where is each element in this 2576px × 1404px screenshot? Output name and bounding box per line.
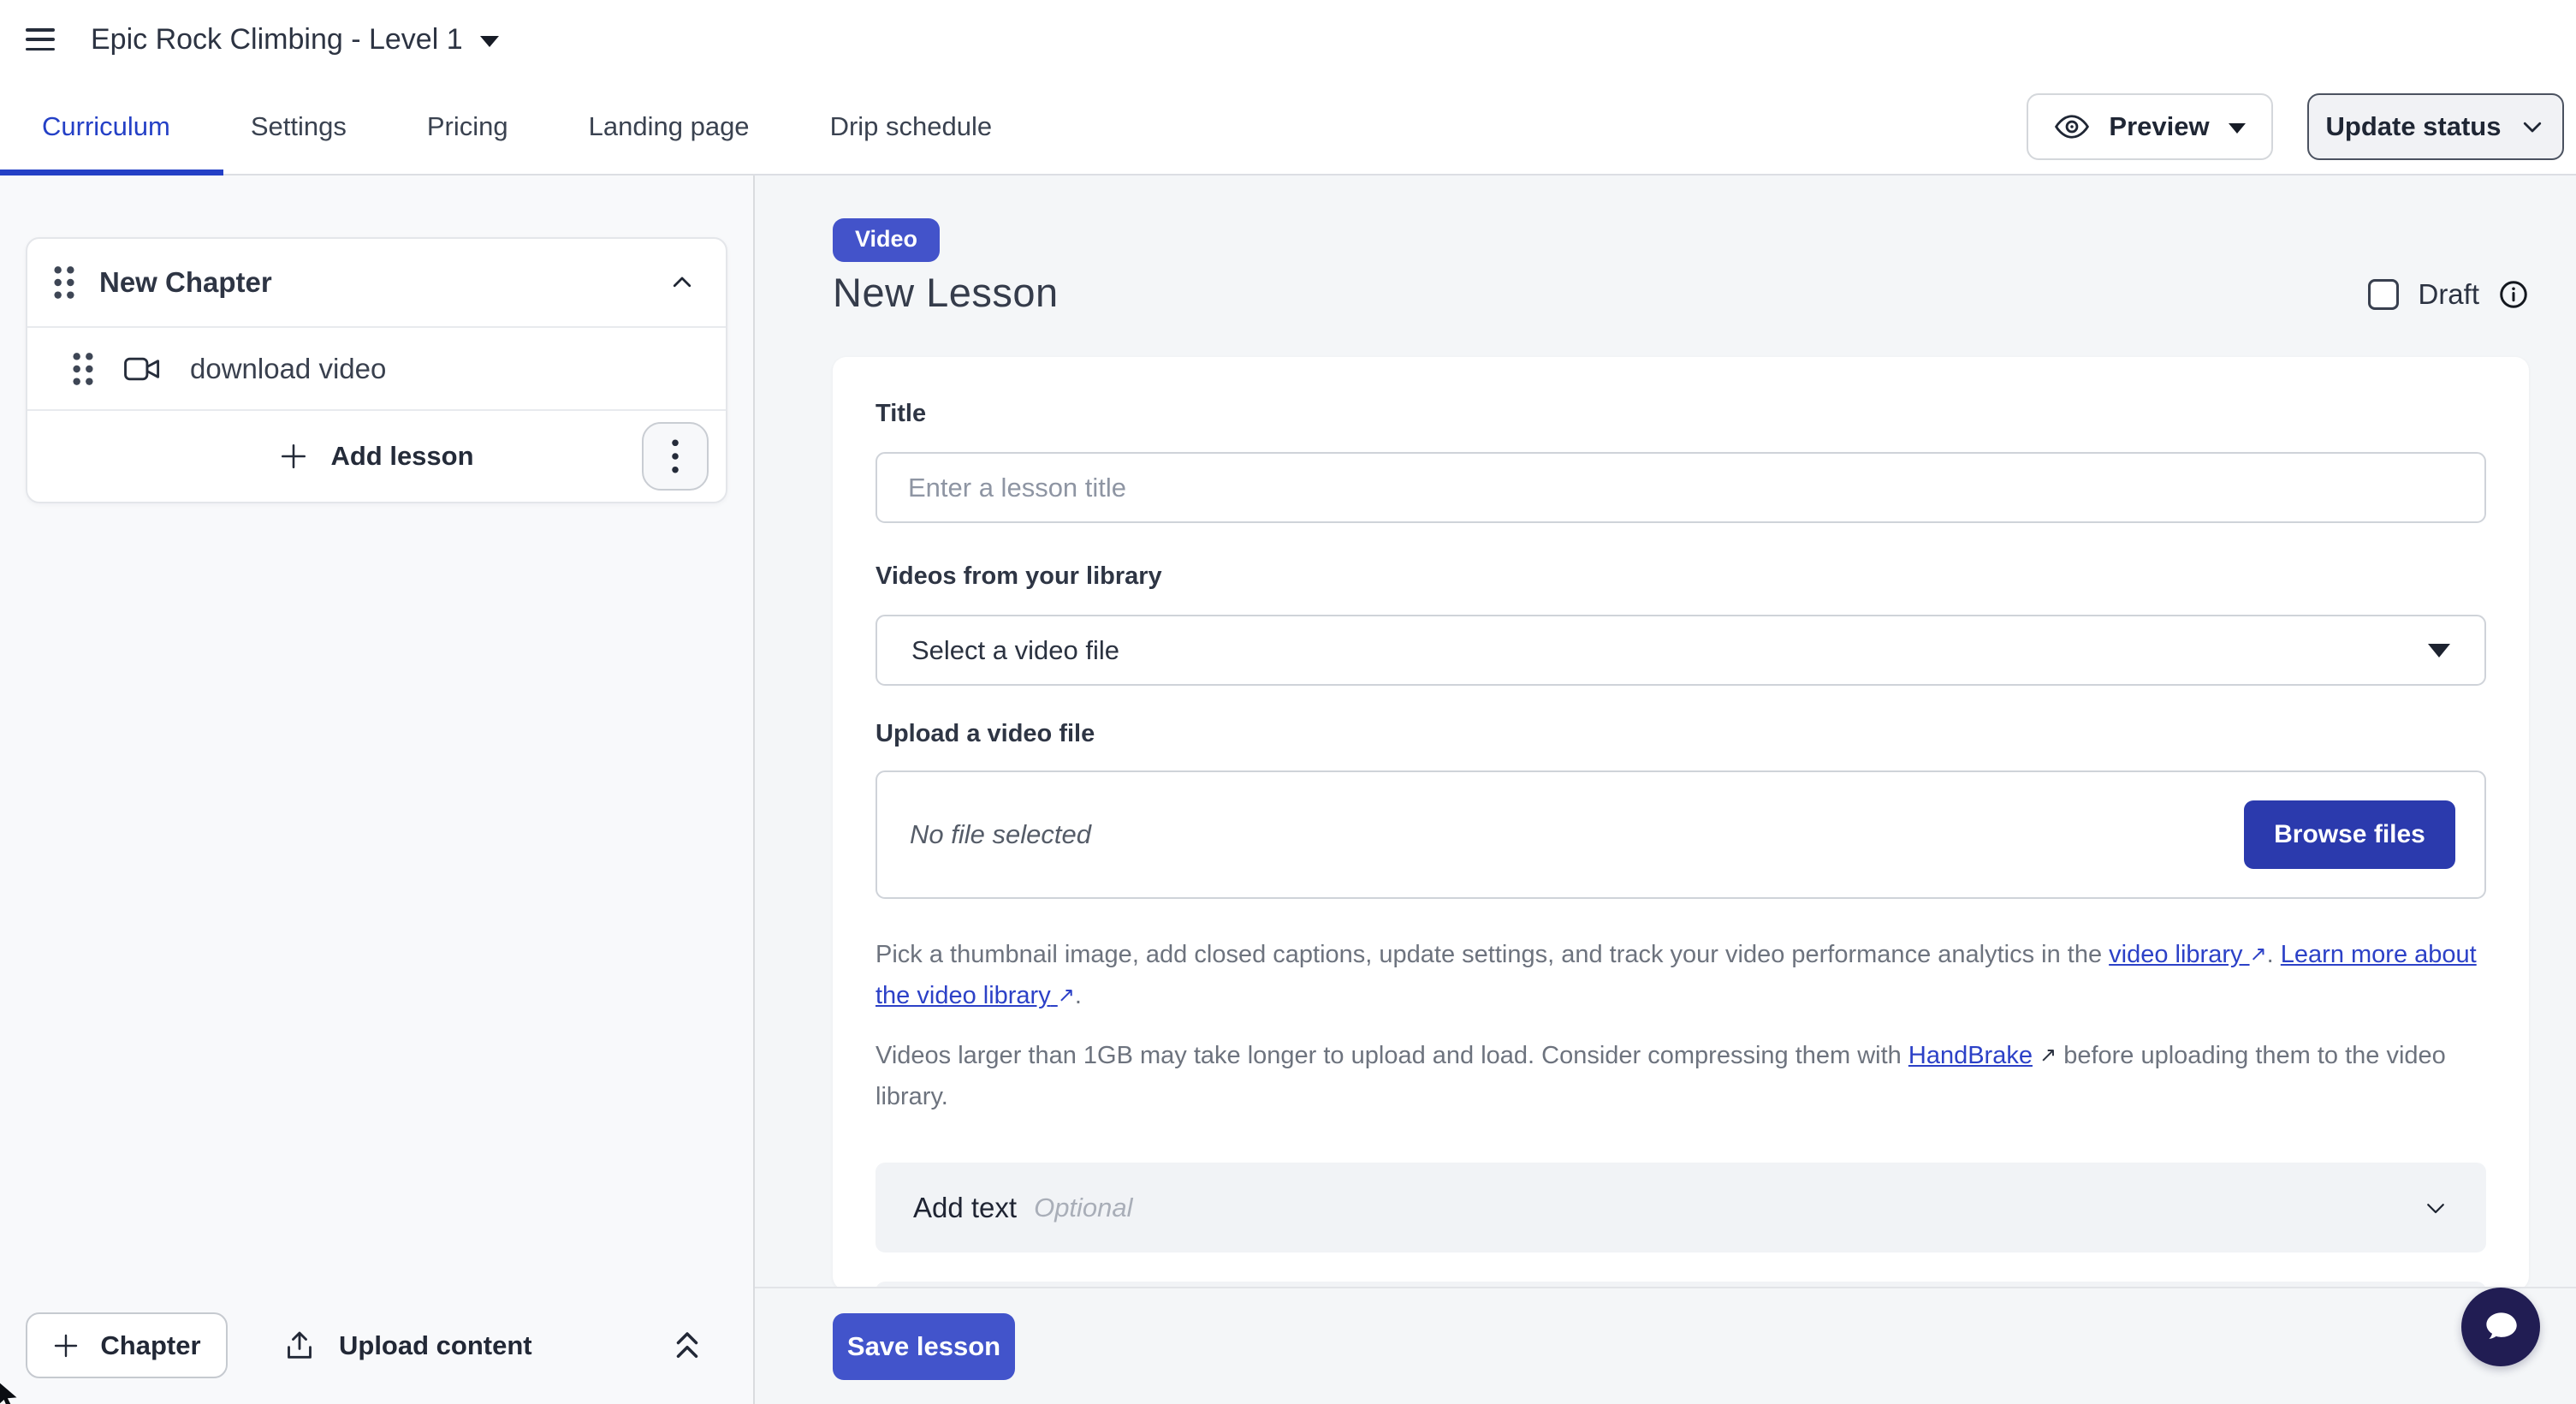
upload-content-button[interactable]: Upload content (282, 1328, 669, 1364)
upload-field-label: Upload a video file (875, 720, 2486, 748)
lesson-form-card: Title Videos from your library Select a … (833, 357, 2529, 1290)
video-library-selected-value: Select a video file (911, 635, 1119, 666)
chevron-down-icon (2423, 1195, 2448, 1221)
handbrake-help-text: Videos larger than 1GB may take longer t… (875, 1036, 2486, 1116)
add-text-optional: Optional (1034, 1193, 1132, 1223)
title-field-label: Title (875, 400, 2486, 428)
external-link-icon: ↗ (2250, 935, 2267, 974)
add-lesson-label: Add lesson (330, 441, 473, 472)
tab-drip-schedule[interactable]: Drip schedule (830, 111, 993, 142)
content-area: New Chapter download video (0, 176, 2576, 1404)
chevron-down-icon (2520, 114, 2545, 140)
add-lesson-button[interactable]: Add lesson (279, 441, 473, 472)
curriculum-sidebar: New Chapter download video (0, 176, 755, 1404)
upload-content-label: Upload content (339, 1330, 532, 1361)
collapse-all-icon[interactable] (669, 1326, 705, 1365)
help-text-segment: Videos larger than 1GB may take longer t… (875, 1042, 1908, 1069)
draft-toggle-group: Draft (2368, 278, 2529, 316)
select-caret-icon (2428, 644, 2450, 657)
external-link-icon: ↗ (1058, 976, 1075, 1015)
kebab-menu-icon (671, 437, 680, 475)
draft-label: Draft (2418, 278, 2479, 311)
chapter-options-button[interactable] (642, 422, 709, 491)
draft-checkbox[interactable] (2368, 279, 2399, 310)
topbar: Epic Rock Climbing - Level 1 (0, 0, 2576, 79)
video-camera-icon (123, 354, 161, 384)
page-title: New Lesson (833, 269, 1059, 316)
preview-button[interactable]: Preview (2027, 93, 2273, 160)
video-library-select[interactable]: Select a video file (875, 615, 2486, 686)
add-chapter-label: Chapter (100, 1330, 200, 1361)
app-window: Epic Rock Climbing - Level 1 Curriculum … (0, 0, 2576, 1404)
info-icon[interactable] (2498, 279, 2529, 310)
sidebar-footer: Chapter Upload content (0, 1287, 753, 1404)
drag-handle-icon[interactable] (70, 350, 96, 388)
plus-icon (52, 1332, 80, 1359)
course-title: Epic Rock Climbing - Level 1 (91, 23, 463, 57)
link-label: video library (2109, 941, 2242, 968)
mouse-cursor (0, 1382, 22, 1404)
handbrake-link[interactable]: HandBrake (1908, 1042, 2033, 1069)
caret-down-icon (2229, 123, 2246, 134)
active-tab-underline (0, 170, 223, 176)
library-field-label: Videos from your library (875, 562, 2486, 591)
chat-widget-button[interactable] (2461, 1288, 2540, 1366)
external-link-icon: ↗ (2039, 1036, 2057, 1075)
lesson-header-row: New Lesson Draft (833, 262, 2529, 316)
tabbar: Curriculum Settings Pricing Landing page… (0, 79, 2576, 176)
add-chapter-button[interactable]: Chapter (26, 1312, 228, 1378)
tab-curriculum[interactable]: Curriculum (42, 111, 170, 142)
lesson-title: download video (190, 353, 386, 385)
update-status-label: Update status (2326, 111, 2502, 142)
file-status-text: No file selected (910, 819, 2244, 850)
editor-footer: Save lesson (755, 1287, 2576, 1404)
lesson-editor-scroll: Video New Lesson Draft Title (755, 176, 2576, 1290)
add-text-label: Add text (913, 1192, 1017, 1224)
add-text-section[interactable]: Add text Optional (875, 1163, 2486, 1252)
help-text-segment: . (2267, 941, 2281, 968)
caret-down-icon (480, 36, 499, 47)
help-text-segment: . (1075, 982, 1082, 1009)
lesson-type-badge: Video (833, 218, 940, 262)
help-text-segment: Pick a thumbnail image, add closed capti… (875, 941, 2109, 968)
lesson-title-input[interactable] (875, 452, 2486, 523)
add-lesson-row: Add lesson (27, 411, 726, 502)
save-lesson-button[interactable]: Save lesson (833, 1313, 1015, 1380)
chapter-title: New Chapter (99, 266, 669, 299)
lesson-editor-main: Video New Lesson Draft Title (755, 176, 2576, 1404)
hamburger-menu-icon[interactable] (26, 28, 55, 51)
update-status-button[interactable]: Update status (2307, 93, 2564, 160)
chapter-card: New Chapter download video (26, 237, 727, 503)
tab-landing-page[interactable]: Landing page (589, 111, 750, 142)
plus-icon (279, 442, 308, 471)
tabs: Curriculum Settings Pricing Landing page… (0, 111, 992, 142)
preview-label: Preview (2109, 111, 2209, 142)
drag-handle-icon[interactable] (51, 264, 77, 301)
tab-settings[interactable]: Settings (251, 111, 347, 142)
video-library-link[interactable]: video library ↗ (2109, 941, 2267, 968)
chevron-up-icon[interactable] (669, 270, 695, 295)
browse-files-button[interactable]: Browse files (2244, 800, 2455, 869)
file-upload-box: No file selected Browse files (875, 770, 2486, 899)
chat-bubble-icon (2478, 1305, 2523, 1349)
course-title-dropdown[interactable]: Epic Rock Climbing - Level 1 (91, 23, 499, 57)
lesson-item[interactable]: download video (27, 328, 726, 411)
upload-icon (282, 1328, 317, 1364)
tab-pricing[interactable]: Pricing (427, 111, 508, 142)
eye-icon (2054, 109, 2090, 145)
video-library-help-text: Pick a thumbnail image, add closed capti… (875, 935, 2486, 1017)
header-actions: Preview Update status (2027, 93, 2564, 160)
link-label: HandBrake (1908, 1042, 2033, 1069)
chapter-header[interactable]: New Chapter (27, 239, 726, 328)
